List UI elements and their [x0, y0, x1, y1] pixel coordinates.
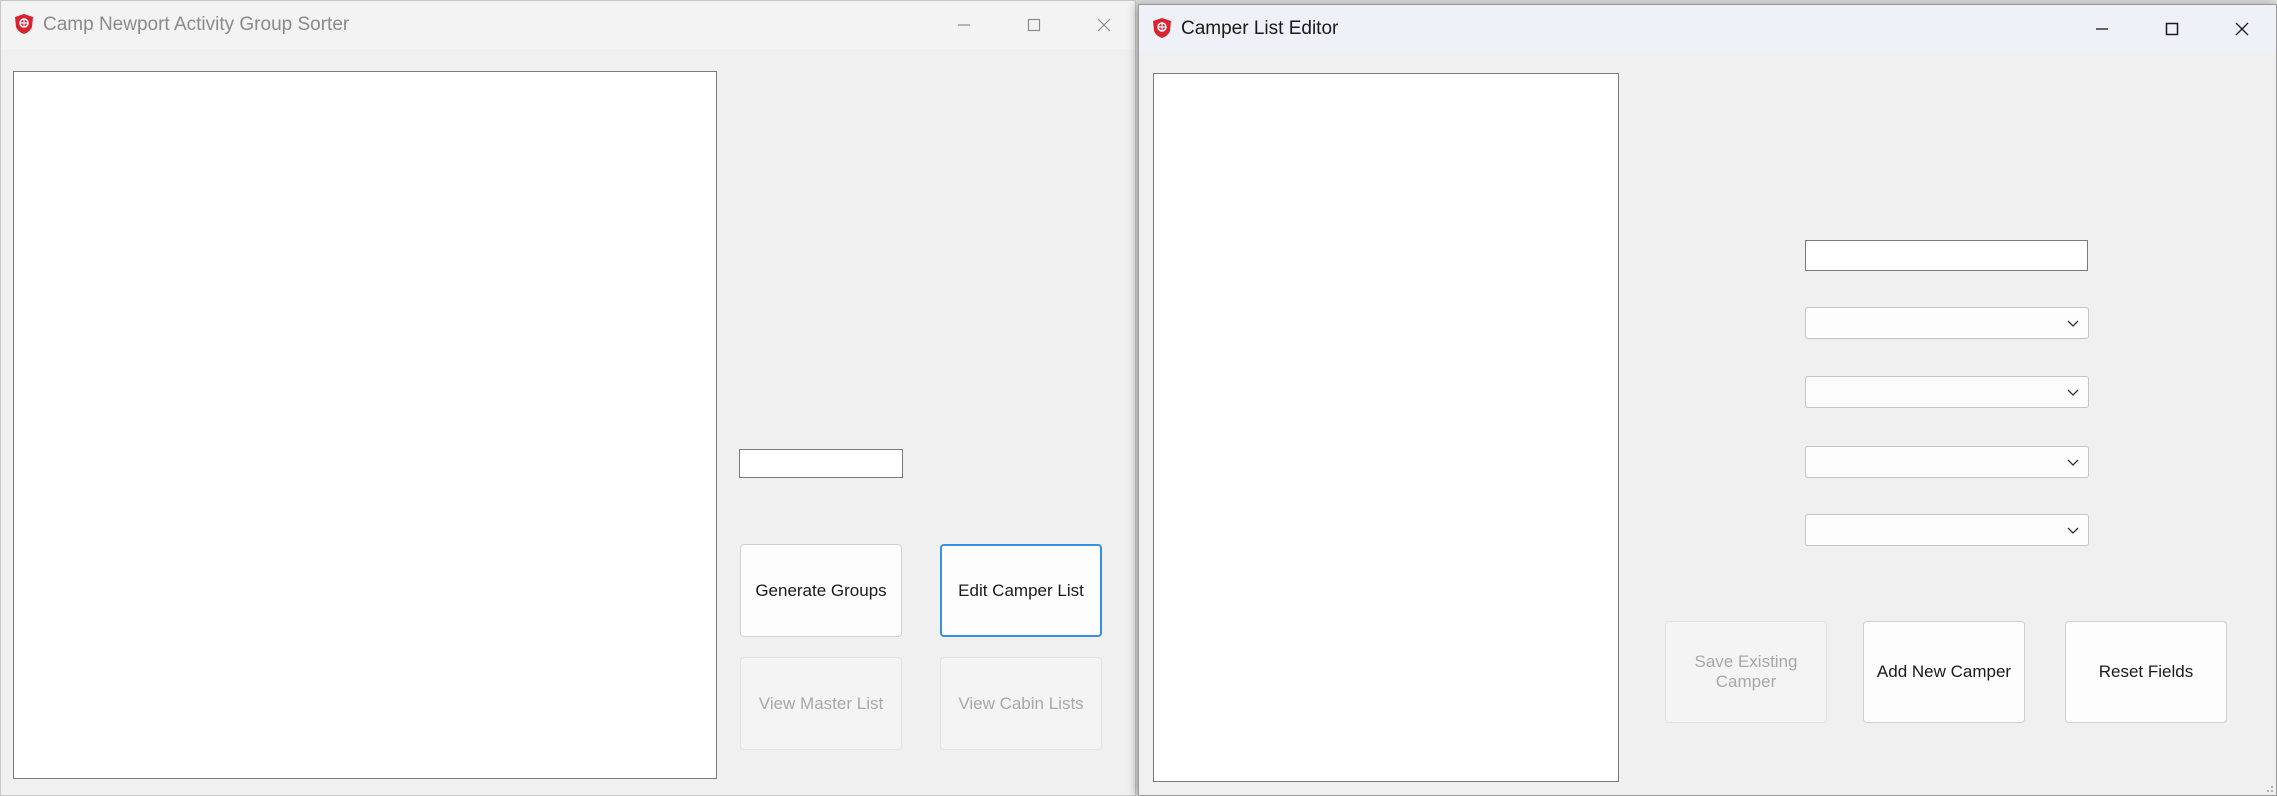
view-master-list-button[interactable]: View Master List: [740, 657, 902, 750]
cabin-dropdown[interactable]: [1805, 514, 2089, 546]
third-choice-dropdown[interactable]: [1805, 446, 2089, 478]
maximize-icon: [1027, 18, 1041, 32]
camp-logo-icon: [15, 14, 33, 34]
close-icon: [2235, 22, 2249, 36]
chevron-down-icon: [2067, 459, 2079, 466]
chevron-down-icon: [2067, 527, 2079, 534]
title-bar[interactable]: Camper List Editor: [1139, 5, 2276, 53]
close-icon: [1097, 18, 1111, 32]
minimize-button[interactable]: [929, 1, 999, 49]
window-title: Camper List Editor: [1181, 18, 1339, 39]
camper-listbox[interactable]: [1153, 73, 1619, 782]
second-choice-dropdown[interactable]: [1805, 376, 2089, 408]
close-button[interactable]: [1069, 1, 1135, 49]
name-field[interactable]: [1805, 240, 2088, 271]
add-new-camper-button[interactable]: Add New Camper: [1863, 621, 2025, 723]
first-choice-dropdown[interactable]: [1805, 307, 2089, 339]
camper-list-editor-window: Camper List Editor Name: First Choice: S…: [1138, 4, 2277, 796]
minimize-button[interactable]: [2067, 5, 2137, 53]
window-title: Camp Newport Activity Group Sorter: [43, 14, 350, 35]
generate-groups-button[interactable]: Generate Groups: [740, 544, 902, 637]
maximize-icon: [2165, 22, 2179, 36]
close-button[interactable]: [2207, 5, 2276, 53]
reset-fields-button[interactable]: Reset Fields: [2065, 621, 2227, 723]
minimize-icon: [2096, 28, 2108, 30]
groups-listbox[interactable]: [13, 71, 717, 779]
view-cabin-lists-button[interactable]: View Cabin Lists: [940, 657, 1102, 750]
chevron-down-icon: [2067, 389, 2079, 396]
title-bar[interactable]: Camp Newport Activity Group Sorter: [1, 1, 1135, 49]
activity-group-sorter-window: Camp Newport Activity Group Sorter Gener…: [0, 0, 1136, 796]
text-input[interactable]: [739, 449, 903, 478]
maximize-button[interactable]: [999, 1, 1069, 49]
chevron-down-icon: [2067, 320, 2079, 327]
save-existing-camper-button[interactable]: Save Existing Camper: [1665, 621, 1827, 723]
camp-logo-icon: [1153, 18, 1171, 38]
resize-grip-icon[interactable]: [2262, 781, 2274, 793]
edit-camper-list-button[interactable]: Edit Camper List: [940, 544, 1102, 637]
minimize-icon: [958, 24, 970, 26]
maximize-button[interactable]: [2137, 5, 2207, 53]
